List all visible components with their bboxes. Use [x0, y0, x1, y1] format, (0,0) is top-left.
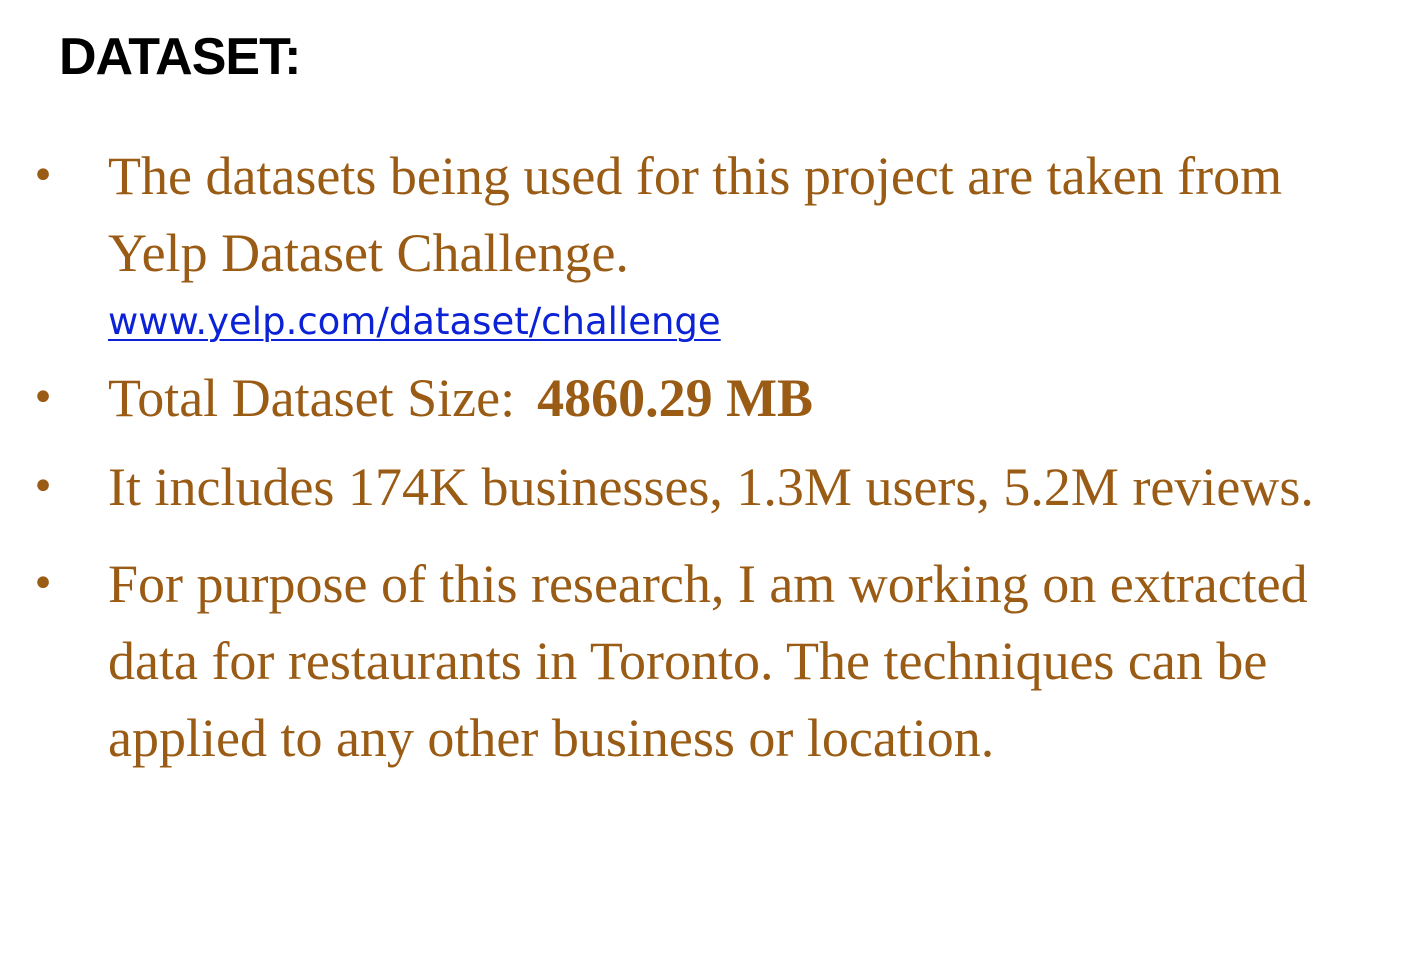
bullet-text: It includes 174K businesses, 1.3M users,… [108, 457, 1314, 517]
bullet-text: Total Dataset Size: 4860.29 MB [108, 360, 1380, 437]
yelp-dataset-link[interactable]: www.yelp.com/dataset/challenge [108, 300, 721, 343]
slide-title: DATASET: [59, 28, 301, 86]
bullet-dot-icon: • [31, 561, 55, 607]
bullet-item-dataset-contents: • It includes 174K businesses, 1.3M user… [0, 449, 1400, 526]
bullet-dot-icon: • [31, 464, 55, 510]
bullet-item-research-scope: • For purpose of this research, I am wor… [0, 546, 1400, 777]
dataset-size-value: 4860.29 MB [537, 368, 814, 428]
bullet-item-dataset-source: • The datasets being used for this proje… [0, 138, 1400, 352]
bullet-dot-icon: • [31, 153, 55, 199]
bullet-dot-icon: • [31, 375, 55, 421]
dataset-size-label: Total Dataset Size: [108, 368, 516, 428]
bullet-text: The datasets being used for this project… [108, 146, 1283, 283]
bullet-text: For purpose of this research, I am worki… [108, 554, 1308, 768]
bullet-item-dataset-size: • Total Dataset Size: 4860.29 MB [0, 360, 1400, 437]
slide: DATASET: • The datasets being used for t… [0, 0, 1410, 960]
link-line: www.yelp.com/dataset/challenge [108, 286, 1380, 352]
bullet-list: • The datasets being used for this proje… [0, 138, 1400, 793]
